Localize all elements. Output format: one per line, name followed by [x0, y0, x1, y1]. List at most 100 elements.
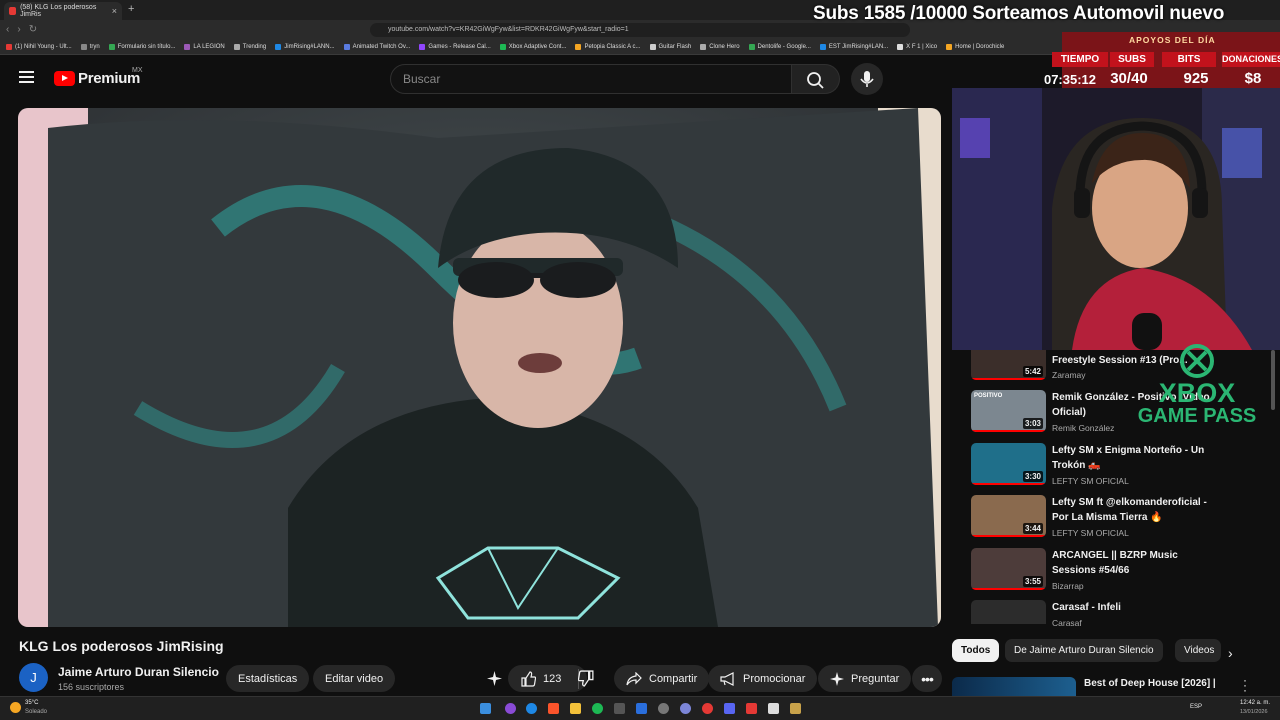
bookmark-favicon-icon [275, 44, 282, 50]
stats-button[interactable]: Estadísticas [226, 665, 310, 692]
watched-progress-bar [971, 430, 1046, 432]
browser-tab[interactable]: (58) KLG Los poderosos JimRis × [4, 2, 122, 20]
related-video-title[interactable]: ARCANGEL || BZRP Music Sessions #54/66 [1052, 548, 1212, 578]
related-video-channel[interactable]: LEFTY SM OFICIAL [1052, 528, 1129, 538]
bookmark-item[interactable]: EST JimRising#LAN... [819, 44, 888, 50]
subs-goal-banner: Subs 1585 /10000 Sorteamos Automovil nue… [813, 3, 1225, 24]
edge-icon[interactable] [526, 703, 537, 714]
bottom-item-title[interactable]: Best of Deep House [2026] | [1084, 678, 1216, 689]
app-icon-7[interactable] [768, 703, 779, 714]
chip-channel[interactable]: De Jaime Arturo Duran Silencio [1005, 639, 1163, 662]
related-video-item[interactable]: 3:55 ARCANGEL || BZRP Music Sessions #54/… [971, 548, 1261, 594]
bookmark-item[interactable]: Xbox Adaptive Cont... [499, 44, 566, 50]
sidebar-scrollbar[interactable] [1271, 350, 1275, 410]
bookmark-item[interactable]: Animated Twitch Ov... [343, 44, 410, 50]
ask-button[interactable]: Preguntar [818, 665, 912, 692]
value-time: 07:35:12 [1043, 72, 1097, 87]
related-video-title[interactable]: Carasaf - Infeli [1052, 600, 1212, 615]
back-icon[interactable]: ‹ [6, 24, 9, 35]
edit-video-button[interactable]: Editar video [313, 665, 396, 692]
more-vertical-icon[interactable]: · · · [1243, 674, 1247, 696]
video-thumbnail[interactable]: POSITIVO 3:03 [971, 390, 1046, 432]
related-video-channel[interactable]: Zaramay [1052, 370, 1086, 380]
channel-avatar[interactable]: J [19, 663, 48, 692]
app-icon-8[interactable] [790, 703, 801, 714]
header-bits: BITS [1162, 52, 1216, 67]
file-explorer-icon[interactable] [570, 703, 581, 714]
emoji-sparkle-icon[interactable] [486, 670, 503, 687]
video-player[interactable] [18, 108, 941, 627]
search-button[interactable] [792, 64, 840, 94]
reload-icon[interactable]: ↻ [29, 24, 37, 35]
bottom-item-thumbnail[interactable] [952, 677, 1076, 697]
xbox-game-pass-logo: XBOX GAME PASS [1134, 344, 1260, 427]
app-icon-3[interactable] [614, 703, 625, 714]
forward-icon[interactable]: › [17, 24, 20, 35]
related-video-channel[interactable]: LEFTY SM OFICIAL [1052, 476, 1129, 486]
chips-next-icon[interactable]: › [1228, 645, 1233, 661]
start-icon[interactable] [480, 703, 491, 714]
app-icon-6[interactable] [746, 703, 757, 714]
new-tab-icon[interactable]: + [128, 3, 134, 15]
bookmark-item[interactable]: X F 1 | Xico [897, 44, 937, 50]
bookmark-item[interactable]: Guitar Flash [649, 44, 691, 50]
nav-buttons: ‹ › ↻ [6, 24, 37, 35]
youtube-play-icon [54, 71, 75, 86]
close-tab-icon[interactable]: × [112, 6, 117, 16]
bookmark-label: Formulario sin título... [117, 44, 176, 50]
url-field[interactable]: youtube.com/watch?v=KR42GiWgFyw&list=RDK… [370, 23, 910, 37]
bookmark-item[interactable]: Games - Release Cal... [419, 44, 491, 50]
language-indicator[interactable]: ESP [1190, 704, 1202, 710]
related-video-item[interactable]: 3:44 Lefty SM ft @elkomanderoficial - Por… [971, 495, 1261, 541]
bookmark-label: Dentolife - Google... [757, 44, 811, 50]
brave-icon[interactable] [548, 703, 559, 714]
more-actions-button[interactable]: ••• [912, 665, 942, 692]
voice-search-button[interactable] [851, 63, 883, 95]
value-subs: 30/40 [1110, 70, 1148, 87]
youtube-premium-logo[interactable]: Premium MX [54, 67, 143, 87]
video-thumbnail[interactable]: 3:44 [971, 495, 1046, 537]
bookmark-item[interactable]: LA LEGION [184, 44, 225, 50]
share-button[interactable]: Compartir [614, 665, 710, 692]
video-thumbnail[interactable]: 3:55 [971, 548, 1046, 590]
bookmark-item[interactable]: Petopia Classic A c... [575, 44, 641, 50]
share-label: Compartir [649, 672, 698, 685]
video-thumbnail[interactable]: 3:30 [971, 443, 1046, 485]
like-button[interactable]: 123 [508, 665, 588, 692]
app-icon-1[interactable] [505, 703, 516, 714]
bookmark-item[interactable]: Trending [233, 44, 266, 50]
related-video-item[interactable]: 3:30 Lefty SM x Enigma Norteño - Un Trokó… [971, 443, 1261, 489]
related-video-title[interactable]: Lefty SM x Enigma Norteño - Un Trokón 🛻 [1052, 443, 1212, 473]
search-input[interactable]: Buscar [390, 64, 792, 94]
bookmark-favicon-icon [819, 44, 826, 50]
bookmark-item[interactable]: Dentolife - Google... [748, 44, 811, 50]
chrome-icon[interactable] [702, 703, 713, 714]
related-video-channel[interactable]: Bizarrap [1052, 581, 1084, 591]
app-icon-4[interactable] [636, 703, 647, 714]
bookmark-item[interactable]: JimRising#LANN... [275, 44, 335, 50]
menu-icon[interactable] [19, 71, 34, 84]
bookmark-item[interactable]: Home | Dorochicle [946, 44, 1004, 50]
related-video-channel[interactable]: Remik González [1052, 423, 1114, 433]
related-video-title[interactable]: Lefty SM ft @elkomanderoficial - Por La … [1052, 495, 1212, 525]
bookmark-favicon-icon [108, 44, 115, 50]
related-video-channel[interactable]: Carasaf [1052, 618, 1082, 628]
bookmark-item[interactable]: Clone Hero [700, 44, 740, 50]
chip-videos[interactable]: Videos [1175, 639, 1221, 662]
bookmark-item[interactable]: Formulario sin título... [108, 44, 176, 50]
bookmark-item[interactable]: tryn [80, 44, 100, 50]
video-thumbnail[interactable]: 5:42 [971, 350, 1046, 380]
channel-name[interactable]: Jaime Arturo Duran Silencio [58, 665, 219, 679]
bookmark-label: Petopia Classic A c... [584, 44, 641, 50]
discord-icon[interactable] [724, 703, 735, 714]
bookmark-item[interactable]: (1) Nihil Young - Ult... [6, 44, 72, 50]
app-icon-5[interactable] [680, 703, 691, 714]
promote-button[interactable]: Promocionar [708, 665, 818, 692]
dislike-button[interactable] [577, 670, 595, 687]
settings-icon[interactable] [658, 703, 669, 714]
chip-all[interactable]: Todos [952, 639, 1000, 662]
video-thumbnail[interactable] [971, 600, 1046, 624]
clock-time[interactable]: 12:42 a. m. [1240, 700, 1270, 706]
clock-date[interactable]: 13/01/2026 [1240, 709, 1268, 715]
app-icon-2[interactable] [592, 703, 603, 714]
